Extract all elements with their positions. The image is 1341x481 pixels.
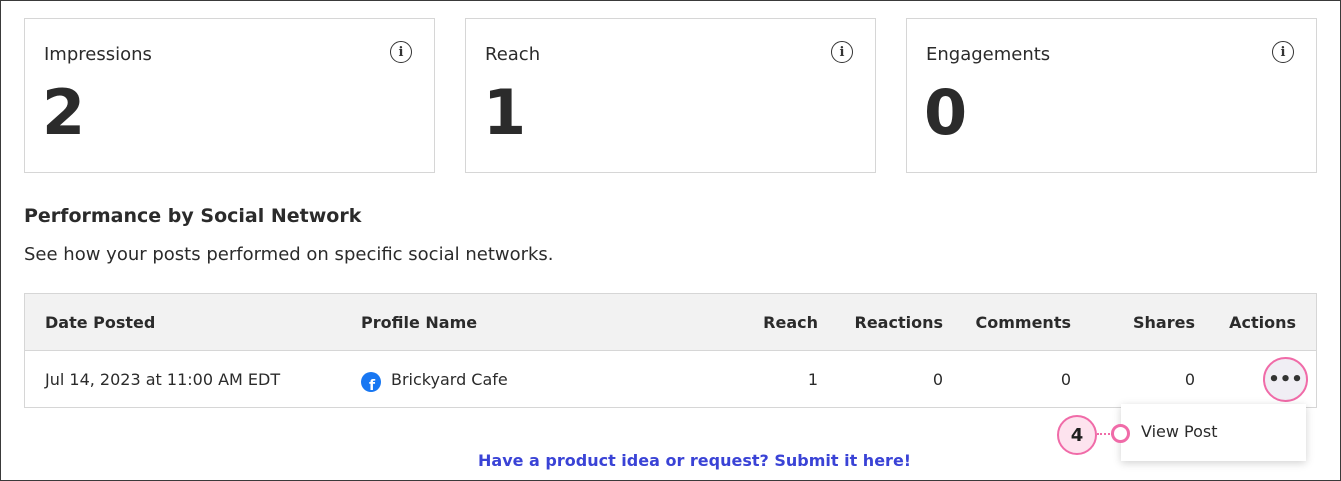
- header-shares[interactable]: Shares: [1133, 313, 1195, 332]
- impressions-card: Impressions i 2: [24, 18, 435, 173]
- impressions-label: Impressions: [44, 44, 152, 65]
- cell-date-posted: Jul 14, 2023 at 11:00 AM EDT: [45, 370, 281, 389]
- header-reach[interactable]: Reach: [763, 313, 818, 332]
- actions-menu: View Post: [1121, 404, 1306, 461]
- info-icon[interactable]: i: [1272, 41, 1294, 63]
- header-reactions[interactable]: Reactions: [855, 313, 944, 332]
- feedback-link[interactable]: Have a product idea or request? Submit i…: [478, 451, 911, 470]
- engagements-card: Engagements i 0: [906, 18, 1317, 173]
- cell-shares: 0: [1184, 370, 1195, 389]
- info-icon[interactable]: i: [831, 41, 853, 63]
- menu-item-view-post[interactable]: View Post: [1141, 422, 1218, 441]
- performance-table: Date Posted Profile Name Reach Reactions…: [24, 293, 1317, 408]
- reach-label: Reach: [485, 44, 541, 65]
- reach-value: 1: [483, 76, 527, 149]
- header-actions: Actions: [1229, 313, 1296, 332]
- cell-reach: 1: [807, 370, 818, 389]
- facebook-icon: f: [361, 372, 381, 392]
- cell-profile-name: Brickyard Cafe: [391, 370, 508, 389]
- header-date-posted[interactable]: Date Posted: [45, 313, 155, 332]
- callout-dot: [1111, 424, 1130, 443]
- impressions-value: 2: [42, 76, 86, 149]
- reach-card: Reach i 1: [465, 18, 876, 173]
- more-actions-button[interactable]: •••: [1263, 357, 1308, 402]
- callout-badge: 4: [1057, 415, 1097, 455]
- info-icon[interactable]: i: [390, 41, 412, 63]
- header-comments[interactable]: Comments: [976, 313, 1072, 332]
- section-subtitle: See how your posts performed on specific…: [24, 244, 554, 265]
- section-title: Performance by Social Network: [24, 205, 362, 227]
- engagements-value: 0: [924, 76, 968, 149]
- engagements-label: Engagements: [926, 44, 1051, 65]
- cell-reactions: 0: [932, 370, 943, 389]
- table-header: Date Posted Profile Name Reach Reactions…: [25, 294, 1316, 351]
- cell-comments: 0: [1060, 370, 1071, 389]
- header-profile-name[interactable]: Profile Name: [361, 313, 477, 332]
